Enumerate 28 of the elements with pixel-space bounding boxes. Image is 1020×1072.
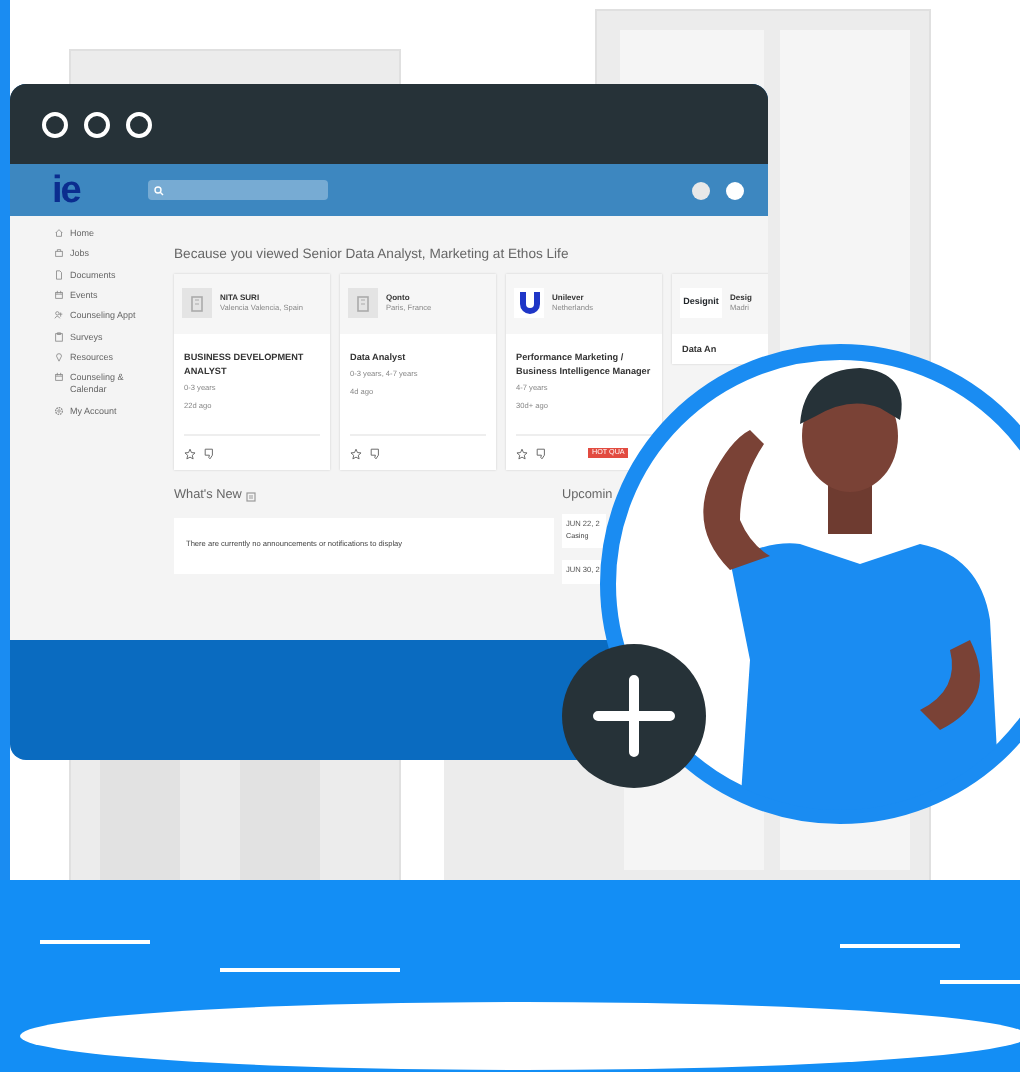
notification-icon[interactable] xyxy=(692,181,710,199)
thumbs-down-icon[interactable] xyxy=(536,447,548,460)
settings-icon xyxy=(54,405,64,416)
search-field[interactable] xyxy=(147,180,328,200)
building-icon xyxy=(348,288,378,319)
calendar-icon xyxy=(54,290,64,301)
document-icon xyxy=(245,491,256,501)
star-icon[interactable] xyxy=(516,447,528,460)
thumbs-down-icon[interactable] xyxy=(370,447,382,460)
star-icon[interactable] xyxy=(184,447,196,460)
avatar-icon[interactable] xyxy=(726,181,744,199)
document-icon xyxy=(54,269,64,280)
window-dot[interactable] xyxy=(84,111,110,137)
clipboard-icon xyxy=(54,331,64,342)
window-dot[interactable] xyxy=(126,111,152,137)
briefcase-icon xyxy=(54,248,64,259)
people-icon xyxy=(54,310,64,321)
window-dot[interactable] xyxy=(42,111,68,137)
thumbs-down-icon[interactable] xyxy=(204,447,216,460)
star-icon[interactable] xyxy=(350,447,362,460)
company-logo xyxy=(514,288,544,319)
search-icon xyxy=(153,185,164,195)
logo[interactable]: ie xyxy=(52,171,80,209)
add-button[interactable] xyxy=(562,644,706,788)
home-icon xyxy=(54,228,64,238)
pin-icon xyxy=(54,352,64,363)
calendar-icon xyxy=(54,372,64,383)
building-icon xyxy=(182,288,212,319)
